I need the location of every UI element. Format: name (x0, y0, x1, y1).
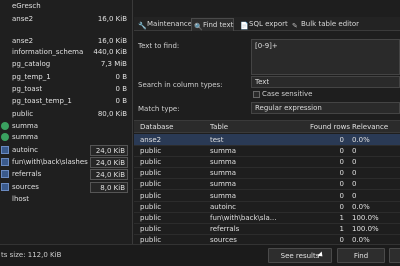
tree-node-label: summa (12, 133, 39, 141)
tree-node-label: pg_toast_temp_1 (12, 97, 72, 105)
database-tree[interactable]: eGresch anse2 16,0 KiB anse2 16,0 KiB informa… (0, 0, 133, 244)
tab-maintenance[interactable]: 🔧 Maintenance (136, 19, 192, 30)
schema-icon (1, 133, 9, 141)
tree-node-label: lhost (12, 195, 30, 203)
export-icon: 📄 (240, 22, 249, 30)
column-header-database[interactable]: Database (140, 121, 204, 133)
tab-label: Bulk table editor (301, 20, 360, 28)
tree-node-label: pg_catalog (12, 60, 51, 68)
tree-node-size: 0 B (115, 97, 127, 105)
text-to-find-label: Text to find: (138, 42, 180, 50)
grid-header: Database Table Found rows Relevance (134, 121, 400, 133)
case-sensitive-label: Case sensitive (262, 90, 313, 98)
tree-node[interactable]: summa (0, 131, 132, 144)
column-types-label: Search in column types: (138, 81, 223, 89)
tree-node[interactable]: lhost (0, 193, 132, 206)
case-sensitive-checkbox[interactable] (253, 91, 260, 98)
column-types-field[interactable]: Text (251, 76, 400, 88)
match-type-label: Match type: (138, 105, 180, 113)
table-icon (1, 183, 9, 191)
close-button[interactable] (389, 248, 400, 263)
match-type-select[interactable]: Regular expression (251, 102, 400, 114)
tab-sql-export[interactable]: 📄 SQL export (238, 19, 288, 30)
tree-table-item[interactable]: referrals 24,0 KiB (0, 168, 132, 181)
column-header-relevance[interactable]: Relevance (352, 121, 398, 133)
tree-node-size: 24,0 KiB (90, 157, 128, 168)
table-icon (1, 146, 9, 154)
tree-node[interactable]: pg_toast_temp_1 0 B (0, 95, 132, 108)
column-header-found-rows[interactable]: Found rows (310, 121, 356, 133)
tab-bulk-table-editor[interactable]: ✎ Bulk table editor (290, 19, 359, 30)
tree-node[interactable]: pg_catalog 7,3 MiB (0, 58, 132, 71)
tree-node-size: 8,0 KiB (90, 182, 128, 193)
tab-bar: 🔧 Maintenance 🔍 Find text 📄 SQL export ✎… (134, 17, 400, 31)
tab-label: Find text (203, 21, 234, 29)
tree-node-size: 24,0 KiB (90, 169, 128, 180)
find-text-form: Text to find: [0-9]+ Search in column ty… (134, 32, 400, 118)
status-text: ts size: 112,0 KiB (1, 251, 62, 259)
table-edit-icon: ✎ (292, 22, 298, 30)
tab-label: SQL export (249, 20, 288, 28)
tree-node-label: anse2 (12, 15, 34, 23)
results-grid[interactable]: Database Table Found rows Relevance anse… (134, 120, 400, 246)
tab-label: Maintenance (147, 20, 193, 28)
tree-node-size: 7,3 MiB (100, 60, 127, 68)
tree-node-label: eGresch (12, 2, 41, 10)
column-header-table[interactable]: Table (210, 121, 300, 133)
wrench-icon: 🔧 (138, 22, 147, 30)
tree-node[interactable]: eGresch (0, 0, 132, 13)
find-button[interactable]: Find (337, 248, 385, 263)
text-to-find-input[interactable]: [0-9]+ (251, 39, 400, 75)
table-icon (1, 158, 9, 166)
table-icon (1, 170, 9, 178)
tree-node-label: referrals (12, 170, 42, 178)
tree-node-size: 24,0 KiB (90, 145, 128, 156)
tree-node-size: 16,0 KiB (97, 15, 127, 23)
tree-node[interactable]: anse2 16,0 KiB (0, 13, 132, 26)
schema-icon (1, 122, 9, 130)
status-bar: ts size: 112,0 KiB See results Find (0, 244, 400, 266)
tab-find-text[interactable]: 🔍 Find text (191, 18, 235, 31)
